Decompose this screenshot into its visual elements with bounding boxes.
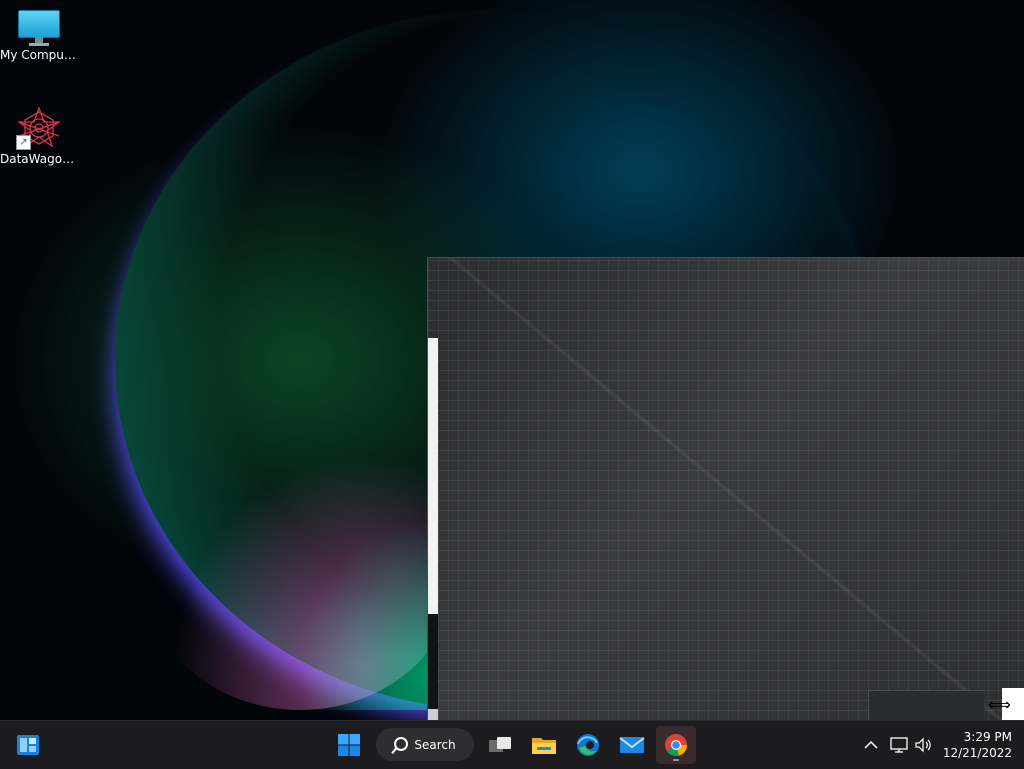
resize-cursor-icon: ⟺ — [988, 695, 1011, 714]
network-icon — [890, 737, 908, 753]
desktop-icon-datawagon[interactable]: ↗ DataWagon... — [0, 106, 78, 166]
widgets-icon — [17, 735, 39, 755]
window-left-strip — [428, 338, 438, 614]
start-button[interactable] — [329, 726, 369, 764]
file-explorer-button[interactable] — [524, 726, 564, 764]
chrome-button[interactable] — [656, 726, 696, 764]
volume-icon — [915, 737, 931, 753]
window-inner-panel — [868, 690, 984, 721]
desktop-icon-label: DataWagon... — [0, 152, 78, 166]
widgets-button[interactable] — [8, 726, 48, 764]
edge-button[interactable] — [568, 726, 608, 764]
chevron-up-icon — [864, 740, 878, 749]
start-icon — [338, 734, 360, 756]
task-view-icon — [489, 737, 511, 752]
edge-icon — [577, 734, 599, 756]
active-app-indicator — [673, 759, 679, 761]
app-window[interactable] — [427, 257, 1024, 721]
search-icon — [394, 736, 409, 751]
datawagon-app-icon: ↗ — [16, 106, 62, 150]
taskbar: Search 3:29 PM 12/21/2022 — [0, 720, 1024, 769]
clock[interactable]: 3:29 PM 12/21/2022 — [940, 729, 1012, 761]
shortcut-arrow-icon: ↗ — [16, 135, 31, 150]
clock-date: 12/21/2022 — [942, 746, 1012, 760]
desktop-icon-my-computer[interactable]: My Computer — [0, 10, 78, 62]
search-label: Search — [414, 737, 456, 752]
chrome-icon — [665, 734, 687, 757]
network-button[interactable] — [887, 721, 911, 769]
volume-button[interactable] — [912, 721, 936, 769]
taskbar-search-button[interactable]: Search — [376, 728, 474, 761]
show-hidden-icons-button[interactable] — [860, 721, 882, 769]
file-explorer-icon — [532, 738, 556, 754]
mail-icon — [619, 737, 645, 753]
task-view-button[interactable] — [480, 726, 520, 764]
mail-button[interactable] — [612, 726, 652, 764]
clock-time: 3:29 PM — [963, 730, 1012, 744]
desktop-icon-label: My Computer — [0, 48, 78, 62]
monitor-icon — [17, 10, 61, 46]
